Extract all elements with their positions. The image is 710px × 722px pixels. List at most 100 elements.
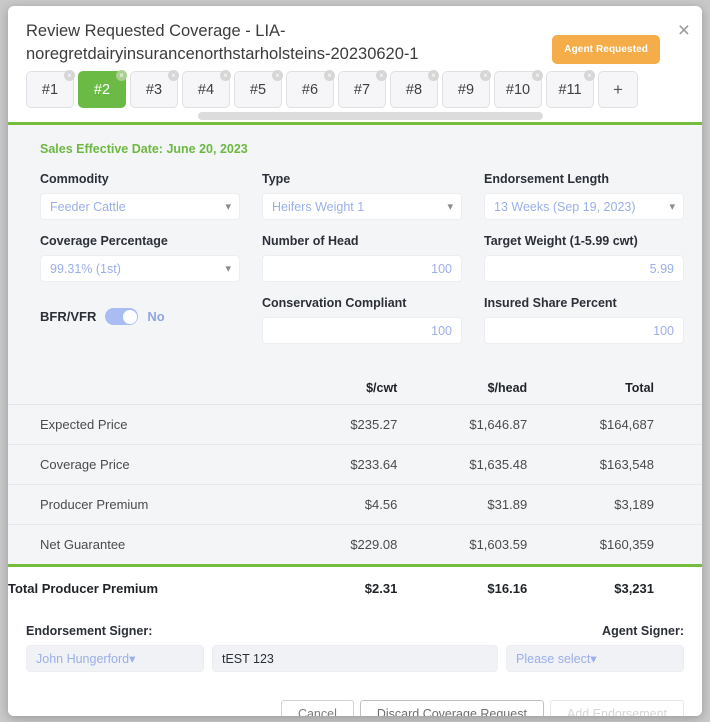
tab-6[interactable]: #6 ×	[286, 70, 335, 108]
number-of-head-value: 100	[431, 261, 452, 276]
close-icon[interactable]: ×	[376, 70, 387, 81]
cell-head: $1,635.48	[431, 444, 564, 485]
add-endorsement-button: Add Endorsement	[549, 700, 684, 716]
type-select[interactable]: Heifers Weight 1 ▾	[262, 193, 462, 220]
insured-share-percent-value: 100	[653, 323, 674, 338]
tab-5[interactable]: #5 ×	[234, 70, 283, 108]
grid-gap	[462, 234, 484, 296]
chevron-down-icon: ▾	[225, 200, 231, 213]
tab-11[interactable]: #11 ×	[546, 70, 595, 108]
endorsement-signer-text-input[interactable]: tEST 123	[212, 645, 498, 672]
cell-total: $163,548	[563, 444, 702, 485]
close-icon[interactable]: ×	[428, 70, 439, 81]
coverage-percentage-value: 99.31% (1st)	[50, 261, 121, 276]
cell-total: $160,359	[563, 524, 702, 567]
col-header-blank	[8, 372, 300, 405]
endorsement-signer-select[interactable]: John Hungerford ▾	[26, 645, 204, 672]
table-row: Net Guarantee $229.08 $1,603.59 $160,359	[8, 524, 702, 567]
coverage-summary-table: $/cwt $/head Total Expected Price $235.27…	[8, 372, 702, 610]
endorsement-length-select[interactable]: 13 Weeks (Sep 19, 2023) ▾	[484, 193, 684, 220]
close-icon[interactable]: ×	[678, 20, 690, 41]
cell-label: Coverage Price	[8, 444, 300, 485]
total-cell-total: $3,231	[563, 565, 702, 610]
discard-coverage-request-button[interactable]: Discard Coverage Request	[359, 700, 544, 716]
cell-label: Producer Premium	[8, 484, 300, 525]
endorsement-signer-text-value: tEST 123	[222, 651, 274, 666]
close-icon[interactable]: ×	[116, 70, 127, 81]
conservation-compliant-value: 100	[431, 323, 452, 338]
table-row: Producer Premium $4.56 $31.89 $3,189	[8, 484, 702, 525]
field-target-weight: Target Weight (1-5.99 cwt) 5.99	[484, 234, 684, 296]
tab-3[interactable]: #3 ×	[130, 70, 179, 108]
field-bfr-vfr: BFR/VFR No	[40, 296, 240, 358]
table-head: $/cwt $/head Total	[8, 372, 702, 405]
close-icon[interactable]: ×	[168, 70, 179, 81]
signers-section: Endorsement Signer: Agent Signer: John H…	[8, 610, 702, 672]
form-grid: Commodity Feeder Cattle ▾ Type Heifers W…	[40, 172, 684, 358]
table-total-row: Total Producer Premium $2.31 $16.16 $3,231	[8, 565, 702, 610]
cell-cwt: $229.08	[299, 524, 432, 567]
agent-signer-select[interactable]: Please select ▾	[506, 645, 684, 672]
close-icon[interactable]: ×	[532, 70, 543, 81]
commodity-value: Feeder Cattle	[50, 199, 126, 214]
cell-label: Expected Price	[8, 404, 300, 445]
field-number-of-head: Number of Head 100	[262, 234, 462, 296]
agent-signer-value: Please select	[516, 651, 591, 666]
close-icon[interactable]: ×	[584, 70, 595, 81]
type-label: Type	[262, 172, 291, 186]
close-icon[interactable]: ×	[64, 70, 75, 81]
cell-cwt: $233.64	[299, 444, 432, 485]
tab-label: #6	[301, 81, 319, 98]
target-weight-input[interactable]: 5.99	[484, 255, 684, 282]
tab-7[interactable]: #7 ×	[338, 70, 387, 108]
tab-2[interactable]: #2 ×	[78, 70, 127, 108]
add-tab-button[interactable]: +	[598, 71, 638, 108]
insured-share-percent-label: Insured Share Percent	[484, 296, 617, 310]
endorsement-signer-value: John Hungerford	[36, 651, 130, 666]
close-icon[interactable]: ×	[480, 70, 491, 81]
col-header-head: $/head	[431, 372, 564, 405]
cell-head: $1,603.59	[431, 524, 564, 567]
cancel-button[interactable]: Cancel	[280, 700, 354, 716]
table-row: Coverage Price $233.64 $1,635.48 $163,548	[8, 444, 702, 485]
close-icon[interactable]: ×	[220, 70, 231, 81]
bfr-vfr-value: No	[147, 309, 165, 324]
type-value: Heifers Weight 1	[272, 199, 365, 214]
tab-8[interactable]: #8 ×	[390, 70, 439, 108]
number-of-head-input[interactable]: 100	[262, 255, 462, 282]
tab-1[interactable]: #1 ×	[26, 70, 75, 108]
tab-label: #1	[41, 81, 59, 98]
grid-gap	[462, 296, 484, 358]
insured-share-percent-input[interactable]: 100	[484, 317, 684, 344]
cell-cwt: $235.27	[299, 404, 432, 445]
conservation-compliant-label: Conservation Compliant	[262, 296, 407, 310]
cell-head: $1,646.87	[431, 404, 564, 445]
conservation-compliant-input[interactable]: 100	[262, 317, 462, 344]
total-cell-head: $16.16	[431, 565, 564, 610]
close-icon[interactable]: ×	[272, 70, 283, 81]
cell-cwt: $4.56	[299, 484, 432, 525]
tab-label: #7	[353, 81, 371, 98]
tab-scrollbar[interactable]	[198, 112, 543, 120]
cell-label: Net Guarantee	[8, 524, 300, 567]
cell-head: $31.89	[431, 484, 564, 525]
tab-4[interactable]: #4 ×	[182, 70, 231, 108]
total-cell-cwt: $2.31	[299, 565, 432, 610]
endorsement-length-value: 13 Weeks (Sep 19, 2023)	[494, 199, 636, 214]
commodity-select[interactable]: Feeder Cattle ▾	[40, 193, 240, 220]
tab-9[interactable]: #9 ×	[442, 70, 491, 108]
table-body: Expected Price $235.27 $1,646.87 $164,687 Co…	[8, 404, 702, 610]
cell-total: $164,687	[563, 404, 702, 445]
field-coverage-percentage: Coverage Percentage 99.31% (1st) ▾	[40, 234, 240, 296]
tab-label: #8	[405, 81, 423, 98]
bfr-vfr-label: BFR/VFR	[40, 309, 97, 324]
bfr-vfr-switch[interactable]	[105, 308, 139, 325]
coverage-percentage-label: Coverage Percentage	[40, 234, 168, 248]
number-of-head-label: Number of Head	[262, 234, 359, 248]
tab-10[interactable]: #10 ×	[494, 70, 543, 108]
close-icon[interactable]: ×	[324, 70, 335, 81]
endorsement-length-label: Endorsement Length	[484, 172, 610, 186]
endorsement-signer-label: Endorsement Signer:	[26, 624, 153, 638]
coverage-percentage-select[interactable]: 99.31% (1st) ▾	[40, 255, 240, 282]
chevron-down-icon: ▾	[129, 652, 136, 666]
